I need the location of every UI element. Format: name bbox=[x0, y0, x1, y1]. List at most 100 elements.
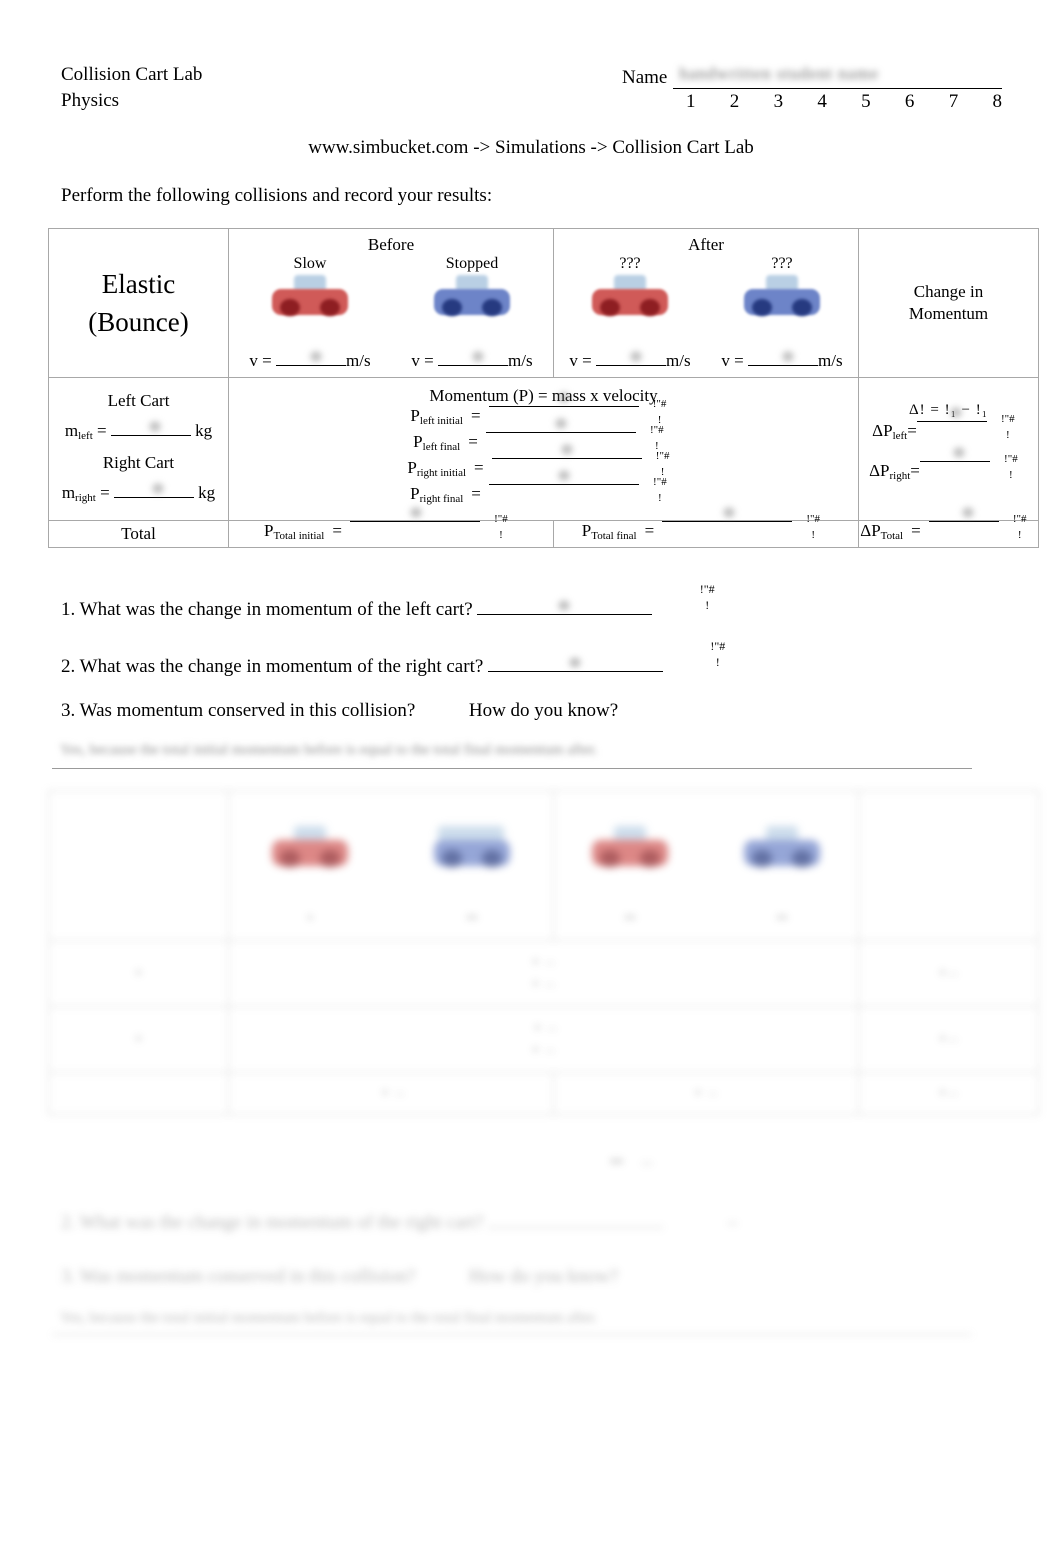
cell-collision-type: Elastic (Bounce) bbox=[48, 228, 229, 378]
delta-p-symbol: ΔP bbox=[869, 460, 890, 480]
cell-momentum-equations-2[interactable]: • – • – bbox=[228, 1006, 859, 1073]
period-number[interactable]: 8 bbox=[992, 91, 1002, 113]
total-initial-field[interactable]: PTotal initial = !"# ! bbox=[264, 514, 518, 547]
velocity-prefix: v = bbox=[411, 351, 439, 370]
velocity-field-after-left[interactable]: •• bbox=[560, 910, 700, 928]
total-final-field[interactable]: PTotal final = !"# ! bbox=[581, 514, 830, 547]
period-number[interactable]: 5 bbox=[861, 91, 871, 113]
momentum-units: !"# ! bbox=[1004, 452, 1018, 481]
question-number: 3. bbox=[61, 700, 76, 721]
mass-left-subscript: left bbox=[78, 430, 93, 442]
momentum-units: !"# ! bbox=[655, 450, 670, 478]
cell-delta-momentum[interactable]: • – bbox=[858, 940, 1039, 1007]
period-number[interactable]: 2 bbox=[730, 91, 740, 113]
after-left-cart-group: ??? bbox=[560, 255, 700, 331]
cell-collision-type bbox=[48, 790, 229, 941]
delta-p-subscript: right bbox=[889, 469, 911, 482]
velocity-unit: m/s bbox=[666, 351, 691, 370]
blue-cart-icon bbox=[430, 275, 514, 331]
collision-data-table: Elastic (Bounce) Before Slow Stopped v =… bbox=[48, 228, 1039, 548]
question-1-answer-blank[interactable] bbox=[477, 614, 653, 615]
right-cart-label: Right Cart bbox=[102, 453, 175, 472]
before-label: Before bbox=[367, 235, 415, 254]
red-cart-icon bbox=[588, 275, 672, 331]
cell-total-initial[interactable]: • – bbox=[228, 1072, 554, 1115]
cell-total-delta: ΔPTotal = !"# ! bbox=[858, 514, 1039, 548]
question-2-answer-blank[interactable] bbox=[488, 671, 664, 672]
cell-after: After ??? ??? v = m/s v = m/s bbox=[553, 228, 859, 378]
velocity-field-before-left[interactable]: • bbox=[240, 910, 380, 928]
cell-momentum-equations: Momentum (P) = mass x velocity Pleft ini… bbox=[228, 377, 859, 521]
momentum-units: !"# ! bbox=[652, 398, 667, 426]
question-1: 1. What was the change in momentum of th… bbox=[61, 583, 727, 621]
cell-total-delta[interactable]: • – bbox=[858, 1072, 1039, 1115]
cell-delta-momentum: Δ! = !₁ − !₁ ΔPleft = !"# ! ΔPright = !"… bbox=[858, 377, 1039, 521]
before-right-caption: Stopped bbox=[445, 255, 499, 272]
change-momentum-line1: Change in bbox=[913, 282, 984, 301]
p-symbol: P bbox=[407, 458, 417, 477]
p-symbol: P bbox=[410, 406, 420, 425]
velocity-prefix: v = bbox=[249, 351, 277, 370]
momentum-field-right-final[interactable]: Pright final = !"# ! bbox=[229, 477, 858, 510]
period-number[interactable]: 3 bbox=[774, 91, 784, 113]
mass-right-field[interactable]: mright = kg bbox=[49, 478, 228, 510]
velocity-field-before-right[interactable]: v = m/s bbox=[402, 351, 542, 371]
equals-sign: = bbox=[910, 460, 920, 480]
period-number[interactable]: 1 bbox=[686, 91, 696, 113]
velocity-field-after-right[interactable]: •• bbox=[712, 910, 852, 928]
red-cart-icon bbox=[588, 825, 672, 882]
question-number: 2. bbox=[61, 656, 76, 677]
cell-before: • •• bbox=[228, 790, 554, 941]
name-input-line[interactable]: handwritten student name bbox=[673, 62, 1002, 89]
cell-total-final[interactable]: • – bbox=[553, 1072, 859, 1115]
period-number[interactable]: 7 bbox=[949, 91, 959, 113]
question-3-answer-line[interactable]: Yes, because the total initial momentum … bbox=[52, 742, 972, 769]
momentum-field-left-final[interactable]: Pleft final = !"# ! bbox=[229, 425, 858, 458]
velocity-field-before-right[interactable]: •• bbox=[402, 910, 542, 928]
p-subscript: right initial bbox=[416, 467, 467, 479]
period-number[interactable]: 4 bbox=[817, 91, 827, 113]
momentum-units: !"# ! bbox=[649, 424, 664, 452]
duplicate-handwritten-answer: Yes, because the total initial momentum … bbox=[60, 1310, 598, 1326]
total-delta-field[interactable]: ΔPTotal = !"# ! bbox=[860, 514, 1036, 547]
after-label: After bbox=[688, 235, 724, 254]
cell-cart-masses-2[interactable]: • bbox=[48, 1006, 229, 1073]
momentum-field-left-initial[interactable]: Pleft initial = !"# ! bbox=[229, 399, 858, 432]
duplicate-question-2: 2. What was the change in momentum of th… bbox=[61, 1212, 738, 1233]
cell-momentum-equations[interactable]: • – • – bbox=[228, 940, 859, 1007]
p-subscript: left final bbox=[422, 441, 461, 453]
blue-cart-icon bbox=[740, 275, 824, 331]
cell-cart-masses[interactable]: • bbox=[48, 940, 229, 1007]
equals-sign: = bbox=[100, 483, 110, 502]
period-number[interactable]: 6 bbox=[905, 91, 915, 113]
momentum-units: !"# ! bbox=[1012, 513, 1027, 541]
duplicate-answer-line[interactable]: Yes, because the total initial momentum … bbox=[52, 1310, 972, 1335]
name-handwriting: handwritten student name bbox=[679, 64, 879, 83]
p-symbol: P bbox=[410, 484, 420, 503]
mass-left-field[interactable]: mleft = kg bbox=[49, 416, 228, 448]
momentum-units: !"# ! bbox=[653, 476, 667, 504]
table-row-masses-momentum: • • – • – • – bbox=[48, 940, 1039, 1007]
duplicate-question-2-blank[interactable] bbox=[488, 1227, 664, 1228]
before-left-cart-group: Slow bbox=[240, 255, 380, 331]
duplicate-question-1-answer[interactable]: •• – bbox=[610, 1152, 652, 1174]
p-subscript: right final bbox=[419, 493, 464, 505]
p-subscript: Total initial bbox=[273, 530, 325, 542]
p-symbol: P bbox=[581, 521, 592, 540]
velocity-unit: m/s bbox=[508, 351, 533, 370]
blue-cart-icon bbox=[430, 825, 514, 882]
velocity-unit: m/s bbox=[346, 351, 371, 370]
equals-sign: = bbox=[474, 458, 484, 477]
delta-p-right-field[interactable]: ΔPright = !"# ! bbox=[859, 453, 1038, 501]
worksheet-page: Collision Cart Lab Physics Name handwrit… bbox=[0, 0, 1062, 1563]
velocity-field-before-left[interactable]: v = m/s bbox=[240, 351, 380, 371]
cell-delta-momentum-2[interactable]: • – bbox=[858, 1006, 1039, 1073]
velocity-field-after-right[interactable]: v = m/s bbox=[712, 351, 852, 371]
p-subscript: left initial bbox=[419, 415, 463, 427]
table-row-totals: Total PTotal initial = !"# ! PTotal fina… bbox=[48, 514, 1039, 548]
velocity-field-after-left[interactable]: v = m/s bbox=[560, 351, 700, 371]
table-row-carts: • •• •• •• bbox=[48, 790, 1039, 941]
cell-cart-masses: Left Cart mleft = kg Right Cart mright =… bbox=[48, 377, 229, 521]
change-momentum-line2: Momentum bbox=[908, 304, 989, 323]
momentum-field-right-initial[interactable]: Pright initial = !"# ! bbox=[229, 451, 858, 484]
